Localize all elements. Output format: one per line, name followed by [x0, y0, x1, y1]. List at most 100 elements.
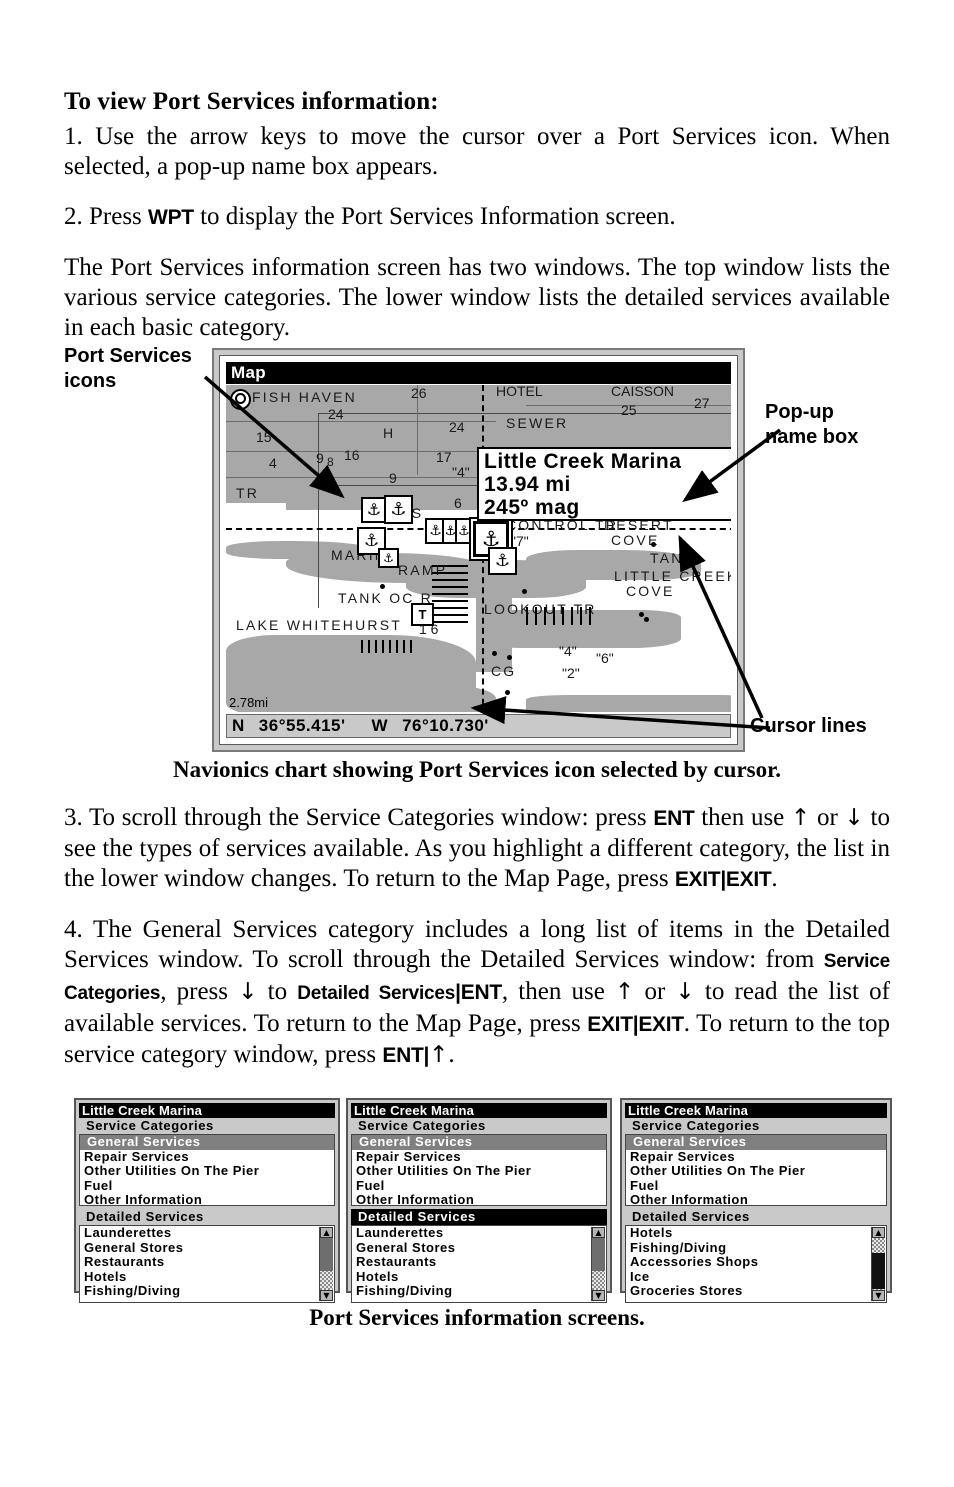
- step4-a: 4. The General Services category include…: [64, 916, 890, 973]
- screen-2-service-categories-header: Service Categories: [351, 1118, 607, 1134]
- info-screens-figure: Little Creek Marina Service Categories G…: [74, 1098, 894, 1303]
- screen-3-detailed-list[interactable]: Hotels Fishing/Diving Accessories Shops …: [625, 1225, 887, 1303]
- scroll-up-icon[interactable]: ▲: [872, 1227, 885, 1238]
- list-item[interactable]: General Stores: [80, 1240, 334, 1256]
- scrollbar-track[interactable]: [320, 1238, 333, 1290]
- info-screen-3[interactable]: Little Creek Marina Service Categories G…: [620, 1098, 892, 1303]
- list-item[interactable]: Repair Services: [626, 1149, 886, 1165]
- step4-h: .: [448, 1041, 455, 1068]
- scrollbar-thumb[interactable]: [592, 1238, 605, 1271]
- text-content-lower: 3. To scroll through the Service Categor…: [64, 803, 890, 1071]
- leader-port-services-icons: [203, 375, 345, 499]
- exit-key-label-4: EXIT: [638, 1013, 684, 1036]
- screen-3-service-categories-header: Service Categories: [625, 1118, 887, 1134]
- list-item[interactable]: Fishing/Diving: [352, 1284, 606, 1299]
- text-content: To view Port Services information: 1. Us…: [64, 88, 890, 343]
- map-figure-caption: Navionics chart showing Port Services ic…: [173, 757, 781, 782]
- list-item[interactable]: General Services: [80, 1135, 334, 1150]
- list-item[interactable]: Other Utilities On The Pier: [626, 1164, 886, 1179]
- screen-2-title: Little Creek Marina: [351, 1103, 607, 1118]
- screen-1-detailed-list[interactable]: Launderettes General Stores Restaurants …: [79, 1225, 335, 1303]
- list-item[interactable]: Accessories Shops: [626, 1255, 886, 1270]
- screen-3-categories-list[interactable]: General Services Repair Services Other U…: [625, 1134, 887, 1206]
- list-item[interactable]: Other Information: [352, 1193, 606, 1205]
- screens-figure-caption: Port Services information screens.: [309, 1305, 645, 1330]
- step3-a: 3. To scroll through the Service Categor…: [64, 804, 654, 831]
- page-title: To view Port Services information:: [64, 88, 439, 115]
- list-item[interactable]: Repair Services: [80, 1149, 334, 1165]
- arrow-up-icon-2: ↑: [615, 979, 635, 1005]
- screen-2-scrollbar[interactable]: ▲ ▼: [591, 1227, 605, 1301]
- scrollbar-thumb[interactable]: [872, 1253, 885, 1289]
- step-1-paragraph: 1. Use the arrow keys to move the cursor…: [64, 123, 890, 180]
- list-item[interactable]: Other Information: [626, 1193, 886, 1205]
- manual-page: To view Port Services information: 1. Us…: [0, 0, 954, 1487]
- scroll-down-icon[interactable]: ▼: [872, 1290, 885, 1301]
- exit-key-label-2: EXIT: [725, 868, 772, 891]
- list-item[interactable]: Fishing/Diving: [626, 1240, 886, 1256]
- step-2-text-a: 2. Press: [64, 203, 149, 230]
- list-item[interactable]: Fishing/Diving: [80, 1284, 334, 1299]
- scrollbar-thumb[interactable]: [320, 1238, 333, 1271]
- screen-1-detailed-services-header: Detailed Services: [79, 1209, 335, 1225]
- step4-b: , press: [160, 978, 239, 1005]
- list-item[interactable]: Fuel: [80, 1178, 334, 1194]
- list-item[interactable]: General Services: [626, 1135, 886, 1150]
- screen-1-scrollbar[interactable]: ▲ ▼: [319, 1227, 333, 1301]
- leader-cursor-lines-lower: [470, 696, 771, 730]
- list-item[interactable]: Ice: [626, 1269, 886, 1285]
- screen-3-detailed-services-header: Detailed Services: [625, 1209, 887, 1225]
- scrollbar-track[interactable]: [872, 1238, 885, 1290]
- arrow-down-icon: ↓: [844, 805, 864, 831]
- info-screen-2[interactable]: Little Creek Marina Service Categories G…: [346, 1098, 612, 1303]
- screen-3-scrollbar[interactable]: ▲ ▼: [871, 1227, 885, 1301]
- step3-b: then use: [694, 804, 791, 831]
- scrollbar-track[interactable]: [592, 1238, 605, 1290]
- list-item[interactable]: Repair Services: [352, 1149, 606, 1165]
- screen-2-categories-list[interactable]: General Services Repair Services Other U…: [351, 1134, 607, 1206]
- scroll-up-icon[interactable]: ▲: [320, 1227, 333, 1238]
- step4-e: or: [634, 978, 676, 1005]
- screen-1-title: Little Creek Marina: [79, 1103, 335, 1118]
- list-item[interactable]: General Services: [352, 1135, 606, 1150]
- list-item[interactable]: Launderettes: [80, 1226, 334, 1241]
- ent-key-label: ENT: [653, 807, 695, 830]
- list-item[interactable]: Hotels: [80, 1269, 334, 1285]
- list-item[interactable]: Other Utilities On The Pier: [80, 1164, 334, 1179]
- scroll-down-icon[interactable]: ▼: [320, 1290, 333, 1301]
- list-item[interactable]: Hotels: [352, 1269, 606, 1285]
- step-4-paragraph: 4. The General Services category include…: [64, 915, 890, 1071]
- ent-key-label-2: ENT: [460, 981, 502, 1004]
- detailed-services-ref: Detailed Services: [297, 983, 456, 1004]
- leader-popup-name-box: [682, 428, 782, 503]
- list-item[interactable]: Fuel: [352, 1178, 606, 1194]
- callout-leader-lines: [203, 375, 782, 730]
- step-2-paragraph: 2. Press WPT to display the Port Service…: [64, 202, 890, 233]
- list-item[interactable]: Other Utilities On The Pier: [352, 1164, 606, 1179]
- exit-key-label-3: EXIT: [587, 1013, 633, 1036]
- step4-d: , then use: [501, 978, 615, 1005]
- step3-c: or: [810, 804, 845, 831]
- arrow-down-icon-3: ↓: [675, 979, 695, 1005]
- list-item[interactable]: Launderettes: [352, 1226, 606, 1241]
- screen-2-detailed-list[interactable]: Launderettes General Stores Restaurants …: [351, 1225, 607, 1303]
- screen-2-detailed-services-header: Detailed Services: [351, 1209, 607, 1225]
- list-item[interactable]: Hotels: [626, 1226, 886, 1241]
- scroll-down-icon[interactable]: ▼: [592, 1290, 605, 1301]
- list-item[interactable]: Other Information: [80, 1193, 334, 1205]
- list-item[interactable]: Restaurants: [352, 1255, 606, 1270]
- list-item[interactable]: Restaurants: [80, 1255, 334, 1270]
- screen-1-categories-list[interactable]: General Services Repair Services Other U…: [79, 1134, 335, 1206]
- ent-key-label-3: ENT: [382, 1044, 424, 1067]
- info-screen-1[interactable]: Little Creek Marina Service Categories G…: [74, 1098, 340, 1303]
- leader-cursor-lines-upper: [678, 534, 764, 719]
- step-3-paragraph: 3. To scroll through the Service Categor…: [64, 803, 890, 895]
- step3-e: .: [771, 865, 778, 892]
- screen-3-title: Little Creek Marina: [625, 1103, 887, 1118]
- list-item[interactable]: General Stores: [352, 1240, 606, 1256]
- screen-1-service-categories-header: Service Categories: [79, 1118, 335, 1134]
- step4-c: to: [257, 978, 298, 1005]
- scroll-up-icon[interactable]: ▲: [592, 1227, 605, 1238]
- list-item[interactable]: Groceries Stores: [626, 1284, 886, 1299]
- list-item[interactable]: Fuel: [626, 1178, 886, 1194]
